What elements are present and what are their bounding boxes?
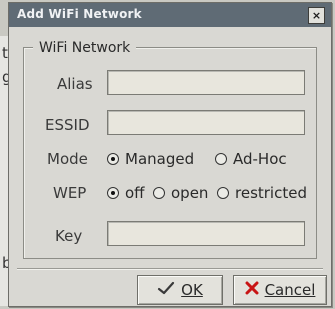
close-button[interactable]: × <box>308 7 325 24</box>
ok-button[interactable]: OK <box>137 275 223 305</box>
essid-label: ESSID <box>45 116 90 134</box>
mode-adhoc-label: Ad-Hoc <box>233 150 287 168</box>
alias-field[interactable] <box>107 70 305 95</box>
cancel-button[interactable]: Cancel <box>233 275 327 305</box>
radio-selected-indicator <box>107 187 119 199</box>
mode-managed-radio[interactable]: Managed <box>107 150 194 168</box>
mode-managed-label: Managed <box>125 150 195 168</box>
mode-label: Mode <box>47 150 88 168</box>
wep-open-radio[interactable]: open <box>153 184 208 202</box>
radio-unselected-indicator <box>215 153 227 165</box>
close-icon: × <box>311 9 322 22</box>
radio-unselected-indicator <box>153 187 165 199</box>
key-label: Key <box>55 227 83 245</box>
radio-selected-indicator <box>107 153 119 165</box>
wep-label: WEP <box>53 184 87 202</box>
cancel-button-label: Cancel <box>264 281 316 299</box>
wep-restricted-radio[interactable]: restricted <box>217 184 307 202</box>
mode-adhoc-radio[interactable]: Ad-Hoc <box>215 150 287 168</box>
button-separator <box>17 268 323 270</box>
wep-restricted-label: restricted <box>235 184 307 202</box>
ok-button-label: OK <box>181 281 203 299</box>
key-field[interactable] <box>107 221 305 246</box>
dialog-title: Add WiFi Network <box>17 7 142 21</box>
check-icon <box>157 281 175 299</box>
wep-off-label: off <box>125 184 145 202</box>
wep-open-label: open <box>171 184 209 202</box>
essid-field[interactable] <box>107 110 305 135</box>
cross-icon <box>245 281 259 299</box>
alias-label: Alias <box>57 75 93 93</box>
add-wifi-dialog: Add WiFi Network × WiFi Network Alias ES… <box>8 2 332 307</box>
wep-off-radio[interactable]: off <box>107 184 145 202</box>
dialog-titlebar[interactable]: Add WiFi Network × <box>9 3 331 27</box>
wifi-network-group-legend: WiFi Network <box>33 40 137 56</box>
background-text-fragment: t <box>2 44 8 62</box>
radio-unselected-indicator <box>217 187 229 199</box>
